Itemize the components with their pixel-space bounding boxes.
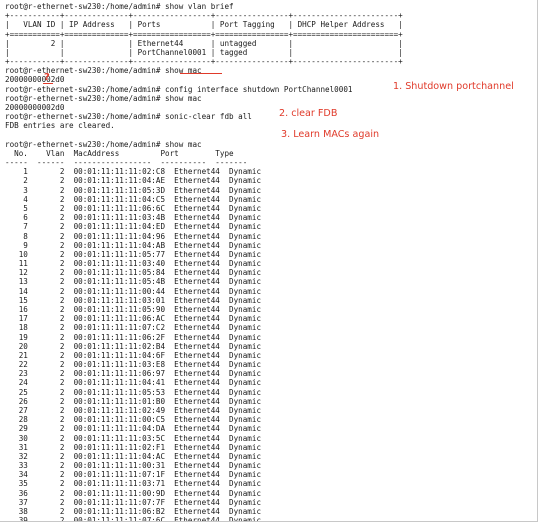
terminal-line: 36 2 00:01:11:11:11:00:9D Ethernet44 Dyn… bbox=[5, 488, 262, 498]
annotation-clear-fdb: 2. clear FDB bbox=[279, 108, 338, 119]
terminal-line: FDB entries are cleared. bbox=[5, 121, 115, 131]
terminal-line: 37 2 00:01:11:11:11:07:7F Ethernet44 Dyn… bbox=[5, 497, 262, 507]
question-mark-annotation: ? bbox=[44, 72, 50, 83]
terminal-line: 39 2 00:01:11:11:11:07:6C Ethernet44 Dyn… bbox=[5, 516, 262, 522]
terminal-line: +-----------+--------------+------------… bbox=[5, 11, 403, 21]
terminal-line: 20 2 00:01:11:11:11:02:B4 Ethernet44 Dyn… bbox=[5, 341, 262, 351]
terminal-line: 28 2 00:01:11:11:11:00:C5 Ethernet44 Dyn… bbox=[5, 415, 262, 425]
terminal-line: 21 2 00:01:11:11:11:04:6F Ethernet44 Dyn… bbox=[5, 350, 262, 360]
terminal-output[interactable]: root@r-ethernet-sw230:/home/admin# show … bbox=[0, 0, 538, 522]
show-mac-underline-mark bbox=[180, 73, 222, 74]
annotation-shutdown-portchannel: 1. Shutdown portchannel bbox=[393, 81, 514, 92]
terminal-line: 15 2 00:01:11:11:11:03:01 Ethernet44 Dyn… bbox=[5, 295, 262, 305]
terminal-line: 17 2 00:01:11:11:11:06:AC Ethernet44 Dyn… bbox=[5, 314, 262, 324]
terminal-line: root@r-ethernet-sw230:/home/admin# confi… bbox=[5, 84, 353, 94]
annotation-learn-macs: 3. Learn MACs again bbox=[281, 129, 380, 140]
terminal-line: 33 2 00:01:11:11:11:00:31 Ethernet44 Dyn… bbox=[5, 461, 262, 470]
terminal-line: root@r-ethernet-sw230:/home/admin# show … bbox=[5, 66, 202, 76]
terminal-line: root@r-ethernet-sw230:/home/admin# show … bbox=[5, 139, 202, 149]
terminal-line: +===========+==============+============… bbox=[5, 29, 403, 39]
terminal-line: 13 2 00:01:11:11:11:05:4B Ethernet44 Dyn… bbox=[5, 277, 262, 287]
terminal-line: 7 2 00:01:11:11:11:04:ED Ethernet44 Dyna… bbox=[5, 222, 262, 232]
terminal-line: +-----------+--------------+------------… bbox=[5, 57, 403, 67]
terminal-line: 11 2 00:01:11:11:11:03:40 Ethernet44 Dyn… bbox=[5, 259, 262, 268]
terminal-line: 24 2 00:01:11:11:11:04:41 Ethernet44 Dyn… bbox=[5, 378, 262, 388]
terminal-line: 10 2 00:01:11:11:11:05:77 Ethernet44 Dyn… bbox=[5, 249, 262, 259]
terminal-line: root@r-ethernet-sw230:/home/admin# show … bbox=[5, 93, 202, 103]
terminal-line: 19 2 00:01:11:11:11:06:2F Ethernet44 Dyn… bbox=[5, 332, 262, 342]
terminal-line: 20000000002d0 bbox=[5, 75, 65, 85]
terminal-line: 20000000002d0 bbox=[5, 103, 65, 112]
terminal-line: 14 2 00:01:11:11:11:00:44 Ethernet44 Dyn… bbox=[5, 286, 262, 296]
terminal-line: No. Vlan MacAddress Port Type bbox=[5, 148, 234, 158]
terminal-line: 12 2 00:01:11:11:11:05:84 Ethernet44 Dyn… bbox=[5, 268, 262, 278]
terminal-line: 31 2 00:01:11:11:11:02:F1 Ethernet44 Dyn… bbox=[5, 442, 262, 452]
terminal-line: 29 2 00:01:11:11:11:04:DA Ethernet44 Dyn… bbox=[5, 424, 262, 434]
terminal-line: 6 2 00:01:11:11:11:03:4B Ethernet44 Dyna… bbox=[5, 213, 262, 223]
terminal-line: 1 2 00:01:11:11:11:02:C8 Ethernet44 Dyna… bbox=[5, 167, 262, 177]
terminal-line: 34 2 00:01:11:11:11:07:1F Ethernet44 Dyn… bbox=[5, 470, 262, 480]
terminal-line: | | | PortChannel0001 | tagged | | bbox=[5, 47, 403, 57]
terminal-line: 23 2 00:01:11:11:11:06:97 Ethernet44 Dyn… bbox=[5, 369, 262, 379]
terminal-line: 3 2 00:01:11:11:11:05:3D Ethernet44 Dyna… bbox=[5, 185, 262, 195]
terminal-line: 18 2 00:01:11:11:11:07:C2 Ethernet44 Dyn… bbox=[5, 323, 262, 333]
terminal-line: 9 2 00:01:11:11:11:04:AB Ethernet44 Dyna… bbox=[5, 240, 262, 250]
terminal-line: 38 2 00:01:11:11:11:06:B2 Ethernet44 Dyn… bbox=[5, 506, 262, 516]
output-strike-mark bbox=[43, 83, 53, 84]
terminal-line: 2 2 00:01:11:11:11:04:AE Ethernet44 Dyna… bbox=[5, 176, 262, 186]
terminal-line: 5 2 00:01:11:11:11:06:6C Ethernet44 Dyna… bbox=[5, 204, 262, 213]
terminal-line: 25 2 00:01:11:11:11:05:53 Ethernet44 Dyn… bbox=[5, 387, 262, 397]
terminal-line: 26 2 00:01:11:11:11:01:B0 Ethernet44 Dyn… bbox=[5, 396, 262, 406]
terminal-line: | VLAN ID | IP Address | Ports | Port Ta… bbox=[5, 20, 403, 30]
terminal-line: 32 2 00:01:11:11:11:04:AC Ethernet44 Dyn… bbox=[5, 451, 262, 461]
terminal-line: | 2 | | Ethernet44 | untagged | | bbox=[5, 38, 403, 48]
terminal-line: root@r-ethernet-sw230:/home/admin# sonic… bbox=[5, 112, 252, 122]
terminal-line: 8 2 00:01:11:11:11:04:96 Ethernet44 Dyna… bbox=[5, 231, 262, 241]
terminal-line: ----- ------ ----------------- ---------… bbox=[5, 158, 248, 168]
terminal-line: 27 2 00:01:11:11:11:02:49 Ethernet44 Dyn… bbox=[5, 405, 262, 415]
terminal-line: 4 2 00:01:11:11:11:04:C5 Ethernet44 Dyna… bbox=[5, 194, 262, 204]
terminal-line: 22 2 00:01:11:11:11:03:E8 Ethernet44 Dyn… bbox=[5, 360, 262, 369]
terminal-line: 30 2 00:01:11:11:11:03:5C Ethernet44 Dyn… bbox=[5, 433, 262, 443]
terminal-line: 16 2 00:01:11:11:11:05:90 Ethernet44 Dyn… bbox=[5, 304, 262, 314]
terminal-line: root@r-ethernet-sw230:/home/admin# show … bbox=[5, 2, 234, 11]
terminal-line: 35 2 00:01:11:11:11:03:71 Ethernet44 Dyn… bbox=[5, 479, 262, 489]
